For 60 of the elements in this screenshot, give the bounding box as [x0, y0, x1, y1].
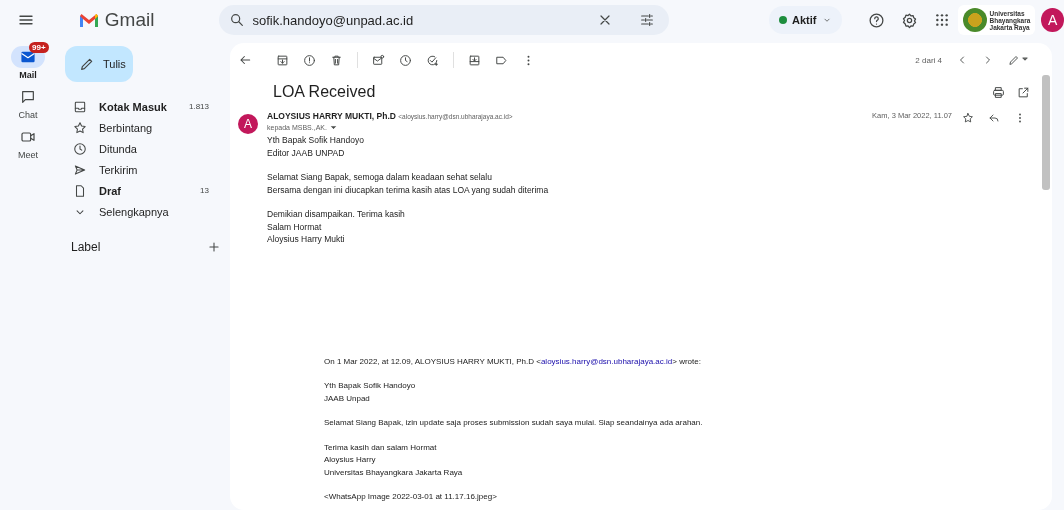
- sender-name: ALOYSIUS HARRY MUKTI, Ph.D: [267, 111, 396, 121]
- email-paragraph: Selamat Siang Bapak, semoga dalam keadaan sehat selalu Bersama dengan ini diucapkan terima kasih atas LOA yang sudah diterima: [267, 171, 550, 196]
- open-window-icon[interactable]: [1017, 85, 1030, 99]
- folder-item[interactable]: Berbintang: [65, 117, 225, 138]
- print-icon[interactable]: [992, 85, 1005, 99]
- scrollbar[interactable]: [1042, 75, 1050, 190]
- rail-item[interactable]: Chat: [11, 86, 45, 120]
- clock-icon: [73, 141, 87, 156]
- trash-icon[interactable]: [330, 53, 343, 67]
- reply-icon[interactable]: [988, 112, 1000, 124]
- add-label-icon[interactable]: [207, 240, 221, 254]
- file-icon: [73, 183, 87, 198]
- settings-icon[interactable]: [900, 11, 918, 29]
- filter-icon[interactable]: [639, 12, 656, 28]
- quote-header: On 1 Mar 2022, at 12.09, ALOYSIUS HARRY MUKTI, Ph.D <aloysius.harry@dsn.ubharajaya.ac.id> wrote:: [324, 355, 702, 368]
- report-icon[interactable]: [303, 53, 316, 67]
- pencil-icon[interactable]: [1008, 54, 1020, 66]
- quoted-paragraph: Yth Bapak Sofik Handoyo JAAB Unpad: [324, 380, 417, 405]
- folder-item[interactable]: Ditunda: [65, 138, 225, 159]
- unread-icon[interactable]: [372, 53, 385, 67]
- account-avatar[interactable]: A: [1041, 8, 1064, 32]
- quoted-paragraph: Terima kasih dan salam Hormat Aloysius Harry Universitas Bhayangkara Jakarta Raya: [324, 441, 464, 479]
- pager-text: 2 dari 4: [915, 55, 942, 65]
- help-icon[interactable]: [867, 11, 885, 29]
- labels-heading: Label: [71, 240, 101, 254]
- quoted-paragraph: <WhatsApp Image 2022-03-01 at 11.17.16.jpeg>: [324, 491, 498, 503]
- sender-avatar: A: [238, 114, 258, 134]
- add-task-icon[interactable]: [426, 53, 439, 67]
- rail-item[interactable]: Meet: [11, 126, 45, 160]
- apps-icon[interactable]: [933, 11, 950, 28]
- gmail-logo-icon: [78, 12, 99, 28]
- clock-icon[interactable]: [399, 53, 412, 67]
- move-icon[interactable]: [468, 53, 481, 67]
- folder-item[interactable]: Selengkapnya: [65, 201, 225, 222]
- search-field[interactable]: sofik.handoyo@unpad.ac.id: [252, 12, 590, 28]
- email-paragraph: Demikian disampaikan. Terima kasih Salam Hormat Aloysius Harry Mukti: [267, 208, 406, 246]
- video-icon: [20, 129, 36, 145]
- pencil-icon: [79, 56, 95, 72]
- mail-icon: [20, 49, 36, 65]
- email-link[interactable]: aloysius.harry@dsn.ubharajaya.ac.id: [540, 356, 673, 366]
- compose-button[interactable]: Tulis: [65, 46, 133, 82]
- folder-item[interactable]: Terkirim: [65, 159, 225, 180]
- chat-icon: [20, 89, 36, 105]
- send-icon: [73, 162, 87, 177]
- archive-icon[interactable]: [276, 53, 289, 67]
- inbox-icon: [73, 99, 87, 114]
- product-name: Gmail: [104, 9, 155, 31]
- star-icon[interactable]: [962, 112, 974, 124]
- folder-item[interactable]: Draf 13: [65, 180, 225, 201]
- quoted-paragraph: Selamat Siang Bapak, izin update saja proses submission sudah saya mulai. Siap seandainya ada arahan.: [324, 417, 704, 429]
- email-subject: LOA Received: [273, 83, 377, 101]
- search-bar[interactable]: sofik.handoyo@unpad.ac.id: [218, 5, 670, 35]
- status-chip[interactable]: Aktif: [769, 6, 842, 34]
- folder-item[interactable]: Kotak Masuk 1.813: [65, 96, 225, 117]
- search-icon[interactable]: [228, 12, 245, 28]
- star-icon: [73, 120, 87, 135]
- caret-icon: [328, 123, 338, 132]
- email-paragraph: Yth Bapak Sofik Handoyo Editor JAAB UNPAD: [267, 134, 365, 159]
- unread-badge: 99+: [29, 42, 49, 53]
- back-icon[interactable]: [238, 53, 252, 67]
